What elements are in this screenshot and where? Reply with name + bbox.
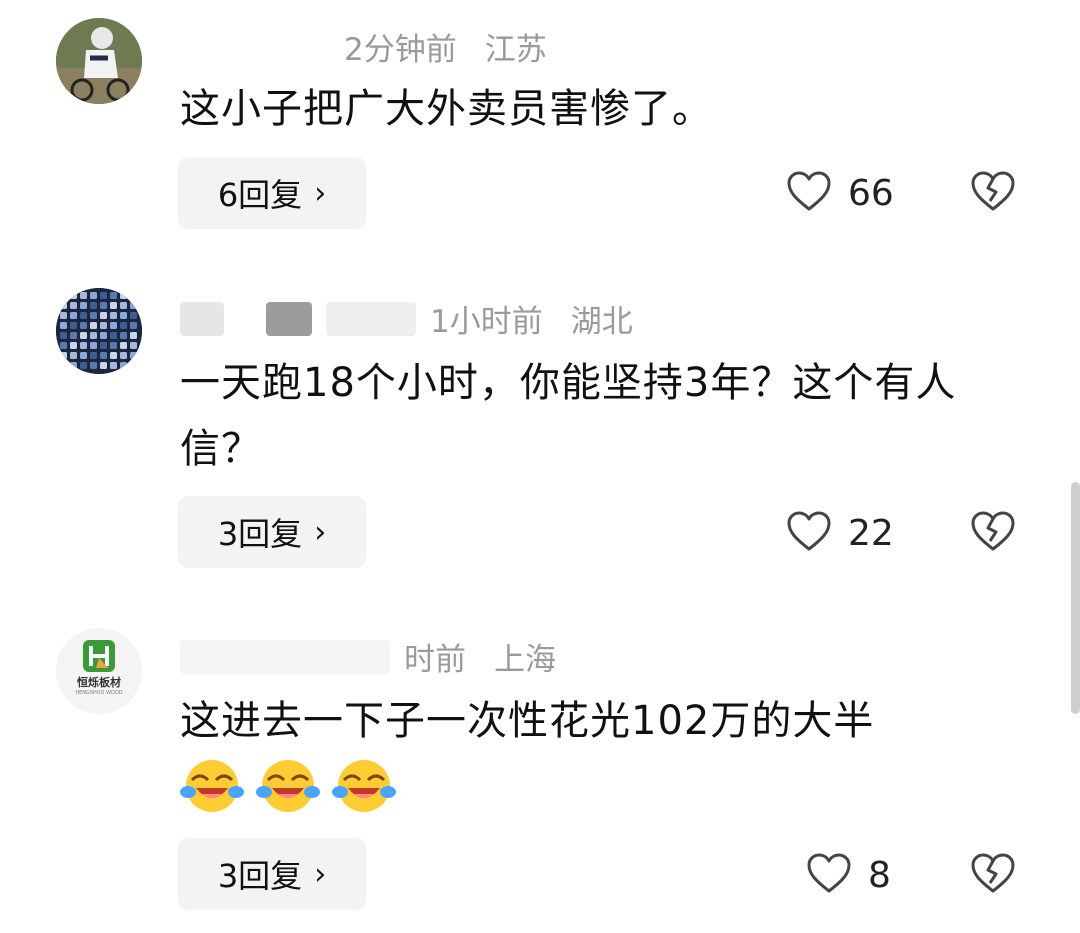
comment-location: 江苏	[484, 32, 547, 68]
username-blurred	[180, 639, 390, 674]
comment-time: 2分钟前	[344, 32, 457, 68]
comment-meta: 1小时前 湖北	[180, 296, 633, 341]
broken-heart-icon	[970, 171, 1016, 216]
username-blurred	[180, 29, 330, 64]
dislike-button[interactable]	[970, 852, 1016, 898]
reply-label: 6回复	[217, 176, 303, 214]
avatar-brand-text: 恒烁板材	[77, 676, 121, 689]
reply-button[interactable]: 3回复 ›	[178, 496, 366, 568]
comment-meta: 2分钟前 江苏	[180, 24, 547, 69]
reply-button[interactable]: 3回复 ›	[178, 838, 366, 910]
username-blurred	[326, 301, 416, 336]
laughing-crying-emoji-icon	[180, 756, 244, 820]
avatar[interactable]	[56, 288, 142, 374]
comment-list: 2分钟前 江苏 这小子把广大外卖员害惨了。 6回复 › 66 1小时前 湖北 一…	[0, 0, 1080, 933]
avatar-brand-subtext: HENGSHUO WOOD	[75, 690, 123, 696]
reply-button[interactable]: 6回复 ›	[178, 157, 366, 229]
chevron-right-icon: ›	[314, 514, 327, 550]
comment-location: 湖北	[570, 304, 633, 340]
comment-text: 一天跑18个小时，你能坚持3年？这个有人信？	[180, 360, 957, 472]
comment-location: 上海	[494, 642, 556, 678]
broken-heart-icon	[970, 511, 1016, 556]
like-button[interactable]: 22	[786, 510, 894, 556]
heart-outline-icon	[786, 510, 832, 556]
username-blurred	[266, 301, 312, 336]
like-button[interactable]: 66	[786, 170, 894, 216]
heart-outline-icon	[786, 170, 832, 216]
reply-label: 3回复	[217, 515, 303, 553]
comment-time: 1小时前	[430, 304, 543, 340]
like-count: 22	[848, 512, 894, 554]
reply-label: 3回复	[217, 857, 303, 895]
scrollbar[interactable]	[1071, 482, 1080, 714]
like-count: 66	[848, 172, 894, 214]
comment-meta: 时前 上海	[180, 634, 556, 679]
broken-heart-icon	[970, 853, 1016, 898]
avatar[interactable]	[56, 18, 142, 104]
emoji-row	[180, 758, 408, 818]
heart-outline-icon	[806, 852, 852, 898]
like-count: 8	[868, 854, 891, 896]
chevron-right-icon: ›	[314, 175, 327, 211]
laughing-crying-emoji-icon	[332, 756, 396, 820]
comment-text: 这进去一下子一次性花光102万的大半	[180, 698, 875, 744]
comment-text: 这小子把广大外卖员害惨了。	[180, 86, 713, 132]
avatar[interactable]: 恒烁板材 HENGSHUO WOOD	[56, 628, 142, 714]
chevron-right-icon: ›	[314, 856, 327, 892]
dislike-button[interactable]	[970, 510, 1016, 556]
laughing-crying-emoji-icon	[256, 756, 320, 820]
dislike-button[interactable]	[970, 170, 1016, 216]
like-button[interactable]: 8	[806, 852, 891, 898]
comment-time: 时前	[404, 642, 466, 678]
username-blurred	[180, 301, 224, 336]
